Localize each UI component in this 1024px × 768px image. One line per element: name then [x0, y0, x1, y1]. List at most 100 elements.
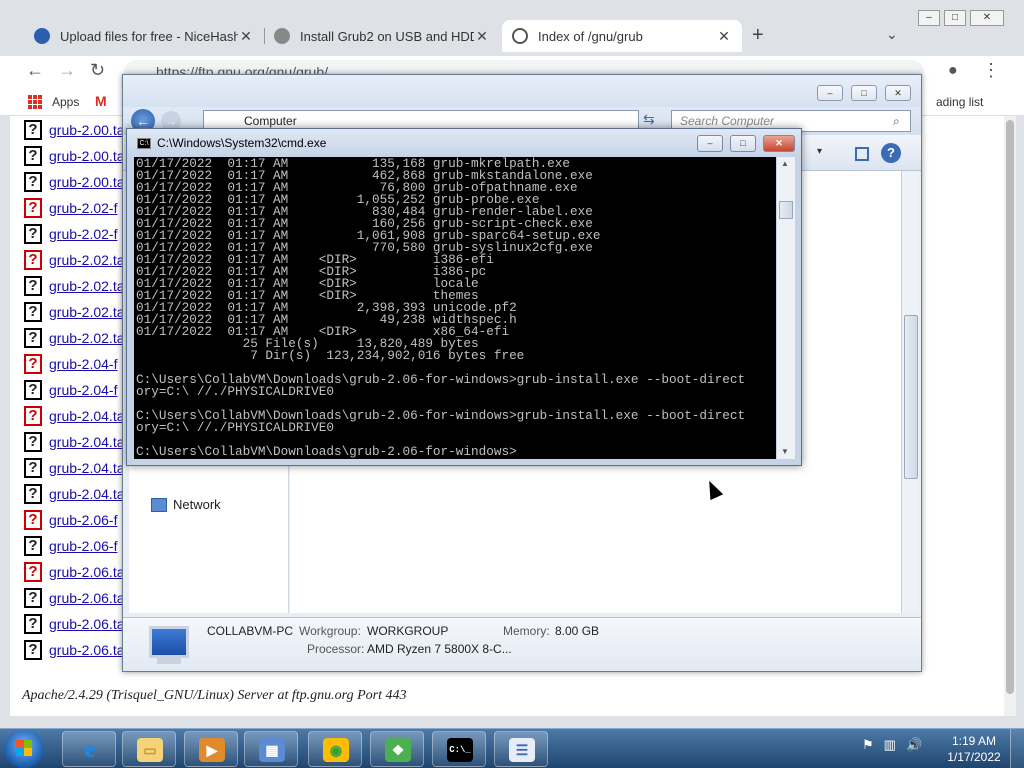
clock-date[interactable]: 1/17/2022: [944, 750, 1004, 764]
scrollbar-thumb[interactable]: [1006, 120, 1014, 694]
file-name[interactable]: grub-2.02-f: [49, 226, 117, 242]
console-output[interactable]: 01/17/2022 01:17 AM 135,168 grub-mkrelpa…: [134, 157, 776, 459]
network-icon[interactable]: ▥: [884, 737, 896, 753]
taskbar-chrome[interactable]: ◉: [308, 731, 362, 767]
file-name[interactable]: grub-2.00.ta: [49, 122, 125, 138]
maximize-button[interactable]: □: [944, 10, 966, 26]
console-scrollbar[interactable]: ▲ ▼: [777, 157, 795, 459]
taskbar-control-panel[interactable]: ▦: [244, 731, 298, 767]
views-dropdown-icon[interactable]: ▾: [817, 146, 822, 157]
file-link[interactable]: ? grub-2.00.ta: [24, 144, 125, 168]
file-name[interactable]: grub-2.06.ta: [49, 616, 125, 632]
file-link[interactable]: ? grub-2.06.ta: [24, 612, 125, 636]
file-link[interactable]: ? grub-2.04.ta: [24, 404, 125, 428]
minimize-button[interactable]: –: [817, 85, 843, 101]
file-link[interactable]: ? grub-2.04-f: [24, 378, 117, 402]
file-name[interactable]: grub-2.06.ta: [49, 642, 125, 658]
file-link[interactable]: ? grub-2.04.ta: [24, 482, 125, 506]
tab-index-gnu-grub[interactable]: Index of /gnu/grub ✕: [502, 20, 742, 52]
tab-nicehash[interactable]: Upload files for free - NiceHashW... ✕: [24, 20, 264, 52]
start-button[interactable]: [4, 730, 44, 768]
search-icon[interactable]: ⌕: [893, 114, 900, 129]
close-icon[interactable]: ✕: [238, 28, 254, 45]
file-link[interactable]: ? grub-2.02-f: [24, 222, 117, 246]
taskbar-ie[interactable]: e: [62, 731, 116, 767]
preview-pane-icon[interactable]: [855, 147, 869, 161]
file-link[interactable]: ? grub-2.06-f: [24, 534, 117, 558]
file-link[interactable]: ? grub-2.06.ta: [24, 638, 125, 662]
file-name[interactable]: grub-2.04.ta: [49, 408, 125, 424]
file-name[interactable]: grub-2.04-f: [49, 382, 117, 398]
help-icon[interactable]: ?: [881, 143, 901, 163]
back-icon[interactable]: ←: [26, 60, 44, 81]
action-center-flag-icon[interactable]: ⚑: [862, 737, 874, 753]
file-link[interactable]: ? grub-2.02.ta: [24, 326, 125, 350]
gmail-icon[interactable]: M: [95, 93, 107, 109]
file-name[interactable]: grub-2.06-f: [49, 538, 117, 554]
file-name[interactable]: grub-2.06.ta: [49, 590, 125, 606]
close-button[interactable]: ✕: [763, 135, 795, 152]
explorer-titlebar[interactable]: – □ ✕: [123, 75, 921, 107]
volume-icon[interactable]: 🔊: [906, 737, 922, 753]
file-name[interactable]: grub-2.02-f: [49, 200, 117, 216]
close-icon[interactable]: ✕: [716, 28, 732, 45]
reading-list-button[interactable]: ading list: [936, 95, 983, 109]
menu-icon[interactable]: ⋮: [982, 60, 1000, 81]
file-link[interactable]: ? grub-2.04.ta: [24, 456, 125, 480]
nav-item-network[interactable]: Network: [151, 497, 221, 512]
file-name[interactable]: grub-2.04.ta: [49, 486, 125, 502]
maximize-button[interactable]: □: [730, 135, 756, 152]
refresh-icon[interactable]: ⇆: [643, 111, 655, 128]
file-name[interactable]: grub-2.02.ta: [49, 252, 125, 268]
taskbar-windows-update[interactable]: ❖: [370, 731, 424, 767]
forward-icon[interactable]: →: [58, 60, 76, 81]
taskbar-task-list[interactable]: ☰: [494, 731, 548, 767]
file-name[interactable]: grub-2.00.ta: [49, 174, 125, 190]
file-link[interactable]: ? grub-2.04.ta: [24, 430, 125, 454]
explorer-scrollbar[interactable]: [901, 171, 919, 613]
file-name[interactable]: grub-2.02.ta: [49, 278, 125, 294]
apps-icon[interactable]: [28, 95, 42, 109]
cmd-titlebar[interactable]: C:\ C:\Windows\System32\cmd.exe – □ ✕: [127, 129, 801, 157]
maximize-button[interactable]: □: [851, 85, 877, 101]
file-link[interactable]: ? grub-2.02-f: [24, 196, 117, 220]
file-name[interactable]: grub-2.02.ta: [49, 330, 125, 346]
minimize-button[interactable]: –: [697, 135, 723, 152]
scrollbar-thumb[interactable]: [904, 315, 918, 479]
file-link[interactable]: ? grub-2.00.ta: [24, 118, 125, 142]
close-icon[interactable]: ✕: [474, 28, 490, 45]
account-icon[interactable]: ●: [948, 62, 958, 80]
file-link[interactable]: ? grub-2.06.ta: [24, 560, 125, 584]
file-link[interactable]: ? grub-2.04-f: [24, 352, 117, 376]
taskbar-media-player[interactable]: ▶: [184, 731, 238, 767]
taskbar-cmd[interactable]: C:\_: [432, 731, 486, 767]
close-button[interactable]: ✕: [970, 10, 1004, 26]
file-name[interactable]: grub-2.00.ta: [49, 148, 125, 164]
scroll-up-icon[interactable]: ▲: [781, 159, 789, 168]
apps-bookmark[interactable]: Apps: [52, 95, 79, 109]
close-button[interactable]: ✕: [885, 85, 911, 101]
taskbar-explorer[interactable]: ▭: [122, 731, 176, 767]
file-name[interactable]: grub-2.06.ta: [49, 564, 125, 580]
tab-install-grub2[interactable]: Install Grub2 on USB and HDD fr... ✕: [264, 20, 500, 52]
file-name[interactable]: grub-2.04-f: [49, 356, 117, 372]
show-desktop-button[interactable]: [1010, 729, 1024, 768]
reload-icon[interactable]: ↻: [90, 60, 105, 81]
file-name[interactable]: grub-2.04.ta: [49, 434, 125, 450]
new-tab-button[interactable]: +: [752, 24, 764, 47]
file-link[interactable]: ? grub-2.02.ta: [24, 274, 125, 298]
clock-time[interactable]: 1:19 AM: [946, 734, 1002, 748]
file-link[interactable]: ? grub-2.06-f: [24, 508, 117, 532]
file-link[interactable]: ? grub-2.06.ta: [24, 586, 125, 610]
file-name[interactable]: grub-2.04.ta: [49, 460, 125, 476]
file-link[interactable]: ? grub-2.02.ta: [24, 300, 125, 324]
minimize-button[interactable]: –: [918, 10, 940, 26]
scrollbar-thumb[interactable]: [779, 201, 793, 219]
page-scrollbar[interactable]: [1004, 116, 1016, 716]
file-name[interactable]: grub-2.06-f: [49, 512, 117, 528]
scroll-down-icon[interactable]: ▼: [781, 447, 789, 456]
file-link[interactable]: ? grub-2.00.ta: [24, 170, 125, 194]
file-link[interactable]: ? grub-2.02.ta: [24, 248, 125, 272]
tab-search-icon[interactable]: ⌄: [886, 26, 898, 43]
file-name[interactable]: grub-2.02.ta: [49, 304, 125, 320]
